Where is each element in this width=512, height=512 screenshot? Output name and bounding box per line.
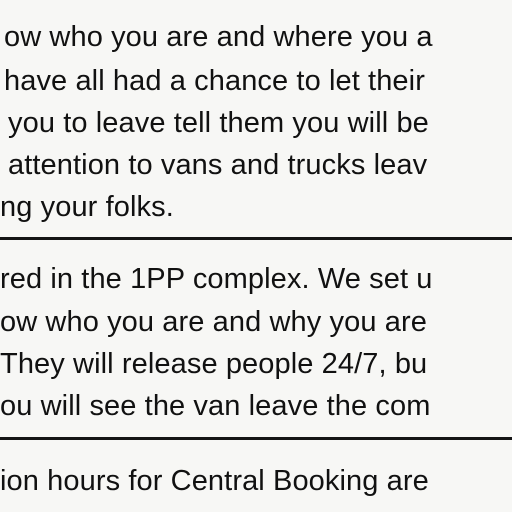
text-line: ion hours for Central Booking are xyxy=(0,465,429,497)
text-line: attention to vans and trucks leav xyxy=(8,149,428,181)
text-line: ow who you are and where you a xyxy=(4,21,433,53)
divider-line xyxy=(0,237,512,240)
text-line: red in the 1PP complex. We set u xyxy=(0,263,433,295)
text-line: ng your folks. xyxy=(0,191,174,223)
text-line: ow who you are and why you are xyxy=(0,306,427,338)
divider-line xyxy=(0,437,512,440)
text-line: you to leave tell them you will be xyxy=(8,107,429,139)
text-line: have all had a chance to let their xyxy=(4,65,425,97)
document-page: ow who you are and where you a have all … xyxy=(0,0,512,512)
text-line: They will release people 24/7, bu xyxy=(0,348,428,380)
text-line: ou will see the van leave the com xyxy=(0,390,431,422)
